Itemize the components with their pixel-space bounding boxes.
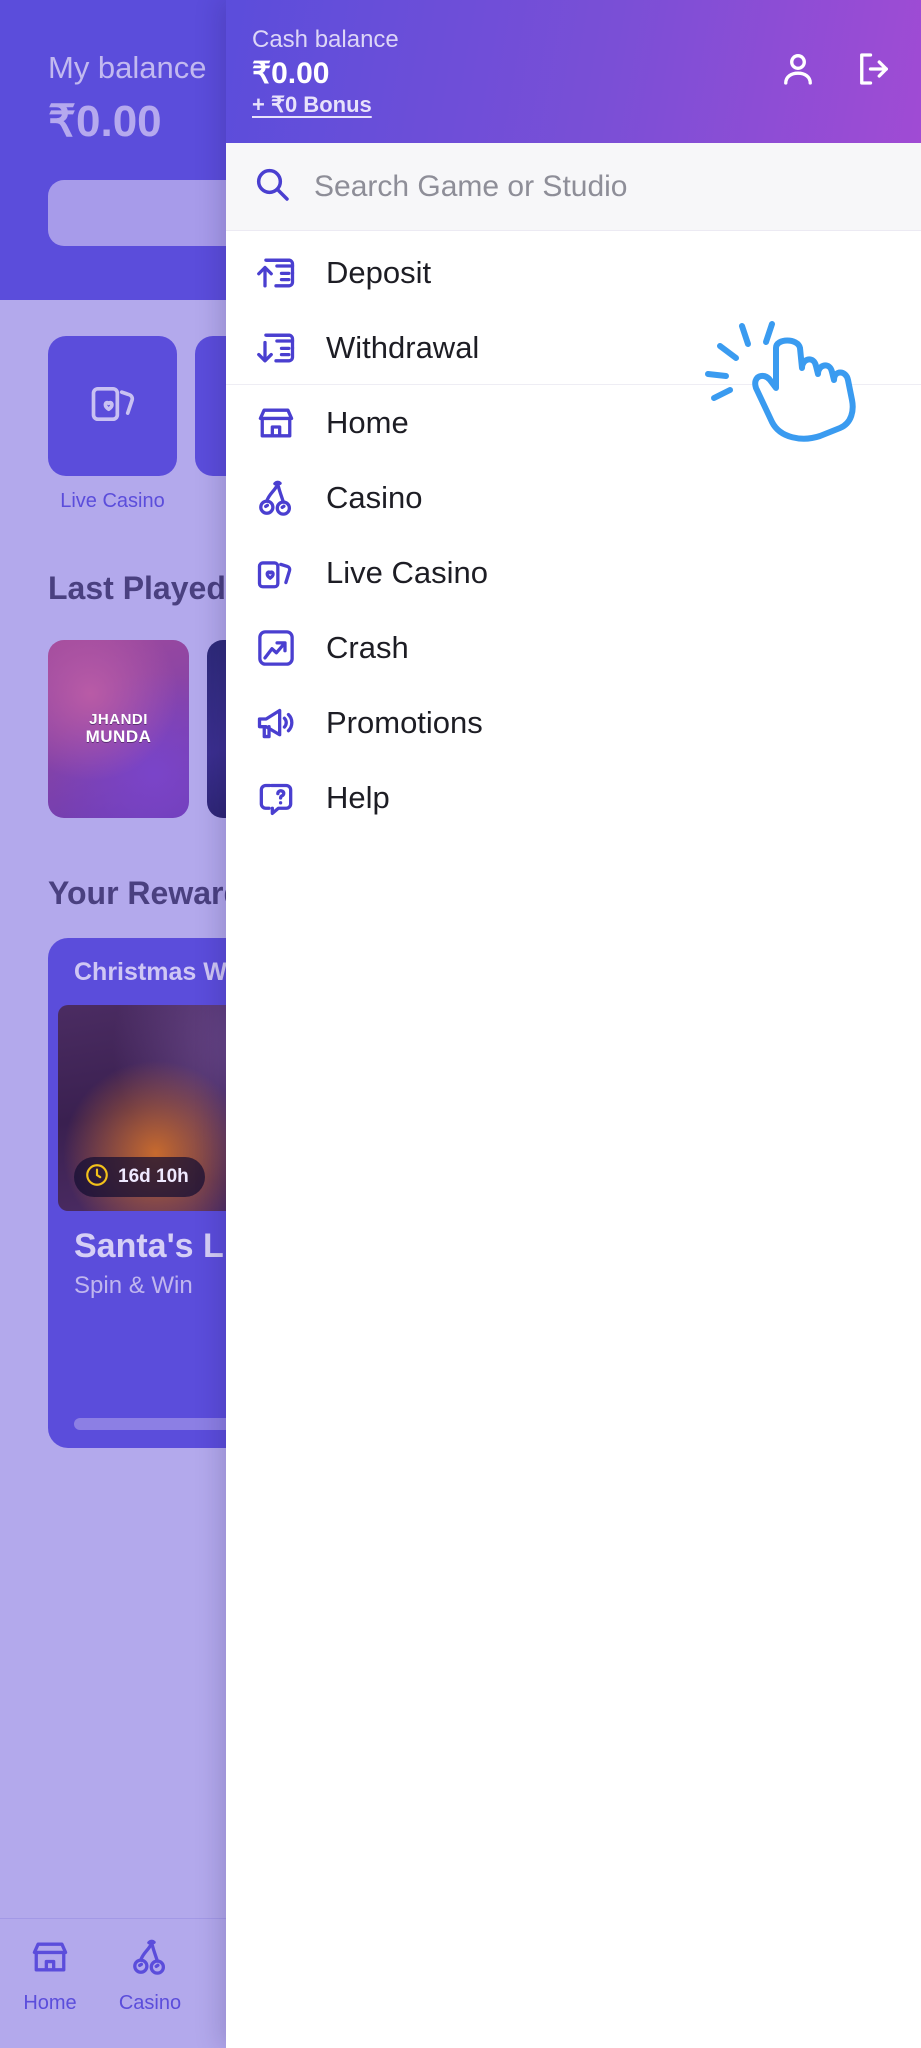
game-card-title: JHANDI MUNDA: [63, 712, 175, 746]
category-tile-label: Live Casino: [48, 490, 177, 513]
cash-balance-amount: ₹0.00: [252, 56, 329, 91]
section-title-last-played: Last Played: [48, 570, 226, 607]
menu-item-label: Live Casino: [326, 555, 488, 591]
menu-item-live-casino[interactable]: Live Casino: [226, 535, 921, 610]
my-balance-label: My balance: [48, 50, 207, 86]
menu-item-label: Withdrawal: [326, 330, 479, 366]
tap-hand-cursor: [702, 318, 877, 448]
card-arrow-up-icon: [252, 249, 300, 297]
search-bar[interactable]: [226, 143, 921, 231]
bottom-nav-label: Home: [23, 1992, 76, 2015]
search-icon: [252, 164, 292, 209]
game-card-jhandi-munda[interactable]: JHANDI MUNDA: [48, 640, 189, 818]
cash-balance-label: Cash balance: [252, 26, 399, 54]
reward-timer-text: 16d 10h: [118, 1166, 189, 1188]
chart-arrow-up-icon: [252, 624, 300, 672]
logout-icon[interactable]: [853, 48, 895, 95]
person-icon[interactable]: [777, 48, 819, 95]
game-title-line1: JHANDI: [63, 712, 175, 728]
chat-question-icon: [252, 774, 300, 822]
bottom-nav-item-casino[interactable]: Casino: [100, 1935, 200, 2015]
cards-icon: [87, 378, 139, 435]
cherries-icon: [128, 1935, 172, 1984]
menu-item-casino[interactable]: Casino: [226, 460, 921, 535]
reward-timer-badge: 16d 10h: [74, 1157, 205, 1197]
bonus-link[interactable]: + ₹0 Bonus: [252, 92, 372, 118]
app-root: My balance ₹0.00 Live Casino: [0, 0, 921, 2048]
drawer-header: Cash balance ₹0.00 + ₹0 Bonus: [226, 0, 921, 143]
bottom-nav-label: Casino: [119, 1992, 181, 2015]
megaphone-icon: [252, 699, 300, 747]
drawer-header-actions: [777, 48, 895, 95]
store-icon: [28, 1935, 72, 1984]
menu-item-help[interactable]: Help: [226, 760, 921, 835]
cherries-icon: [252, 474, 300, 522]
menu-item-label: Casino: [326, 480, 423, 516]
menu-item-label: Promotions: [326, 705, 483, 741]
clock-icon: [84, 1162, 110, 1193]
menu-item-label: Crash: [326, 630, 409, 666]
side-drawer: Cash balance ₹0.00 + ₹0 Bonus: [226, 0, 921, 2048]
store-icon: [252, 399, 300, 447]
game-title-line2: MUNDA: [63, 728, 175, 746]
category-tile-live-casino[interactable]: Live Casino: [48, 336, 177, 513]
menu-item-promotions[interactable]: Promotions: [226, 685, 921, 760]
search-input[interactable]: [314, 170, 874, 204]
menu-item-label: Home: [326, 405, 409, 441]
card-arrow-down-icon: [252, 324, 300, 372]
bottom-nav-item-home[interactable]: Home: [0, 1935, 100, 2015]
menu-item-label: Help: [326, 780, 390, 816]
cards-heart-icon: [252, 549, 300, 597]
menu-item-deposit[interactable]: Deposit: [226, 235, 921, 310]
menu-item-crash[interactable]: Crash: [226, 610, 921, 685]
category-tile-surface: [48, 336, 177, 476]
my-balance-amount: ₹0.00: [48, 96, 162, 147]
menu-item-label: Deposit: [326, 255, 431, 291]
